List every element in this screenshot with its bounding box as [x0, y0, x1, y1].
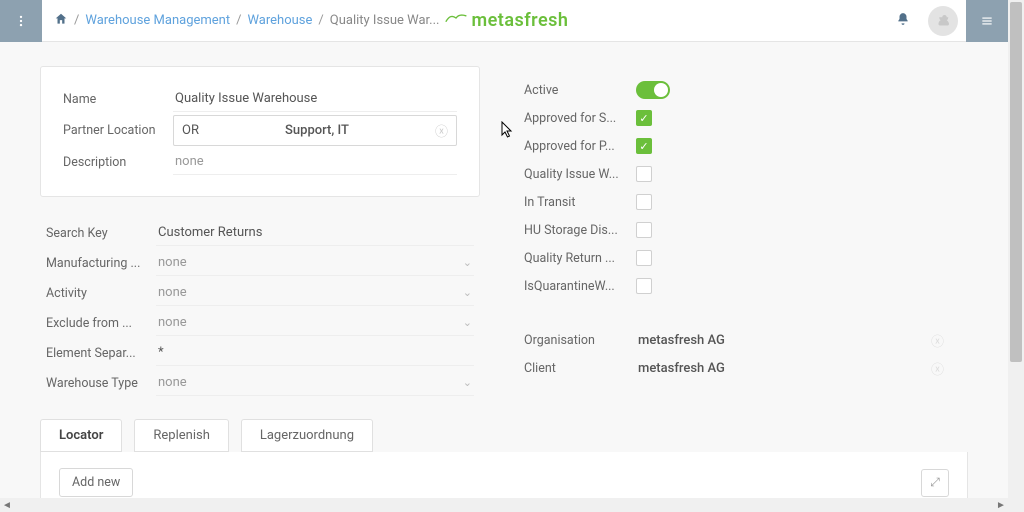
tab-replenish[interactable]: Replenish [134, 419, 228, 452]
tab-lagerzuordnung[interactable]: Lagerzuordnung [241, 419, 373, 452]
chevron-down-icon: ⌄ [463, 256, 472, 269]
partner-location-field[interactable]: OR Support, IT ⓧ [173, 115, 457, 146]
sep-field[interactable]: * [156, 340, 474, 366]
topbar: / Warehouse Management / Warehouse / Qua… [0, 0, 1008, 42]
scroll-right-icon[interactable]: ► [994, 500, 1008, 511]
desc-label: Description [63, 155, 173, 170]
exclude-label: Exclude from ... [46, 316, 156, 331]
chevron-down-icon: ⌄ [463, 316, 472, 329]
desc-field[interactable]: none [173, 149, 457, 175]
client-value[interactable]: metasfresh AG [636, 361, 931, 376]
partner-label: Partner Location [63, 123, 173, 138]
crumb-current: Quality Issue War... [330, 13, 440, 28]
hu-label: HU Storage Dis... [524, 223, 636, 238]
searchkey-label: Search Key [46, 226, 156, 241]
scroll-left-icon[interactable]: ◄ [0, 500, 14, 511]
chevron-down-icon: ⌄ [463, 376, 472, 389]
leaf-icon [445, 10, 467, 31]
tabs: Locator Replenish Lagerzuordnung [40, 419, 968, 452]
exclude-select[interactable]: none⌄ [156, 310, 474, 336]
quarantine-label: IsQuarantineW... [524, 279, 636, 294]
transit-checkbox[interactable] [636, 194, 652, 210]
approved-s-label: Approved for S... [524, 111, 636, 126]
vertical-scrollbar[interactable] [1008, 0, 1024, 512]
transit-label: In Transit [524, 195, 636, 210]
bell-icon[interactable] [896, 12, 910, 30]
panel-secondary: Search Key Customer Returns Manufacturin… [40, 219, 480, 397]
menu-left-button[interactable] [0, 0, 42, 42]
avatar[interactable] [928, 6, 958, 36]
activity-label: Activity [46, 286, 156, 301]
panel-main: Name Quality Issue Warehouse Partner Loc… [40, 66, 480, 197]
approved-s-checkbox[interactable]: ✓ [636, 110, 652, 126]
qreturn-checkbox[interactable] [636, 250, 652, 266]
name-label: Name [63, 92, 173, 107]
menu-right-button[interactable] [966, 0, 1008, 42]
home-icon[interactable] [54, 12, 68, 30]
sep-label: Element Separ... [46, 346, 156, 361]
mfg-label: Manufacturing ... [46, 256, 156, 271]
mfg-select[interactable]: none⌄ [156, 250, 474, 276]
quarantine-checkbox[interactable] [636, 278, 652, 294]
brand-logo: metasfresh [445, 10, 568, 31]
scrollbar-thumb[interactable] [1010, 2, 1022, 362]
tab-locator[interactable]: Locator [40, 419, 122, 452]
clear-icon[interactable]: ⓧ [931, 359, 944, 378]
org-value[interactable]: metasfresh AG [636, 333, 931, 348]
chevron-down-icon: ⌄ [463, 286, 472, 299]
client-label: Client [524, 361, 636, 376]
wtype-select[interactable]: none⌄ [156, 370, 474, 396]
crumb-2[interactable]: Warehouse [247, 13, 312, 28]
qreturn-label: Quality Return ... [524, 251, 636, 266]
approved-p-checkbox[interactable]: ✓ [636, 138, 652, 154]
horizontal-scrollbar[interactable]: ◄ ► [0, 498, 1008, 512]
approved-p-label: Approved for P... [524, 139, 636, 154]
quality-w-checkbox[interactable] [636, 166, 652, 182]
searchkey-field[interactable]: Customer Returns [156, 220, 474, 246]
add-new-button[interactable]: Add new [59, 468, 133, 497]
quality-w-label: Quality Issue W... [524, 167, 636, 182]
hu-checkbox[interactable] [636, 222, 652, 238]
active-toggle[interactable] [636, 81, 670, 99]
crumb-1[interactable]: Warehouse Management [85, 13, 230, 28]
wtype-label: Warehouse Type [46, 376, 156, 391]
clear-icon[interactable]: ⓧ [931, 331, 944, 350]
org-label: Organisation [524, 333, 636, 348]
name-field[interactable]: Quality Issue Warehouse [173, 86, 457, 112]
tab-panel: Add new ⤢ [40, 452, 968, 498]
breadcrumb: / Warehouse Management / Warehouse / Qua… [54, 12, 439, 30]
clear-icon[interactable]: ⓧ [435, 121, 448, 140]
expand-icon[interactable]: ⤢ [921, 469, 949, 497]
active-label: Active [524, 83, 636, 98]
activity-select[interactable]: none⌄ [156, 280, 474, 306]
